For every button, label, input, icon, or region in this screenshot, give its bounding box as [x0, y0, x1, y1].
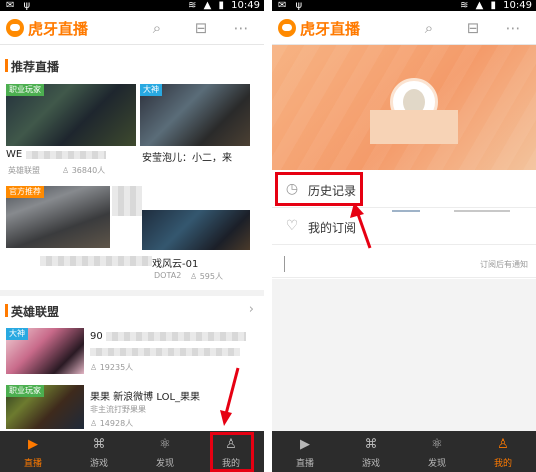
nav-label: 游戏 — [361, 459, 380, 469]
nav-label: 发现 — [427, 459, 446, 469]
user-icon: ♙ — [497, 437, 509, 452]
annotation-arrow — [350, 203, 372, 249]
nav-label: 直播 — [295, 459, 314, 469]
atom-icon: ⚛ — [431, 437, 443, 452]
screen-gap — [264, 0, 272, 472]
bottom-nav: ▶ 直播 ⌘ 游戏 ⚛ 发现 ♙ 我的 — [272, 431, 536, 472]
play-icon: ▶ — [300, 437, 310, 452]
nav-discover[interactable]: ⚛ 发现 — [404, 431, 470, 472]
right-screen: ✉ ψ ≋ ▲ ▮ 10:49 虎牙直播 ⌕ ⊟ ⋯ ◷ 历史记录 ♡ 我的订阅… — [272, 0, 536, 472]
nav-games[interactable]: ⌘ 游戏 — [338, 431, 404, 472]
nav-label: 我的 — [493, 459, 512, 469]
gamepad-icon: ⌘ — [364, 437, 378, 452]
nav-mine[interactable]: ♙ 我的 — [470, 431, 536, 472]
nav-live[interactable]: ▶ 直播 — [272, 431, 338, 472]
left-screen: ✉ ψ ≋ ▲ ▮ 10:49 虎牙直播 ⌕ ⊟ ⋯ 推荐直播 职业玩家 大神 … — [0, 0, 264, 472]
annotation-arrow — [220, 367, 240, 426]
